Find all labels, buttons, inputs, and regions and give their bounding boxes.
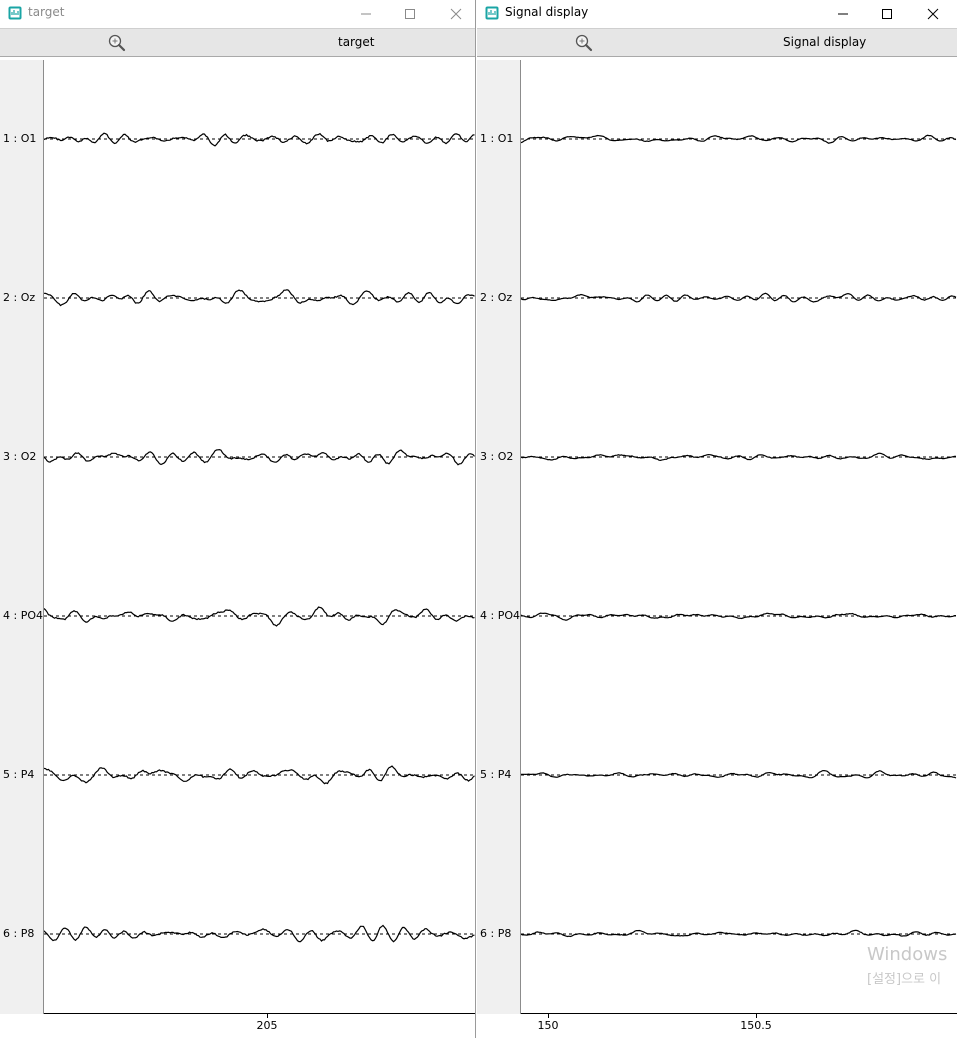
- channel-signal-trace: [44, 765, 475, 785]
- channel-signal-trace: [44, 448, 475, 466]
- close-button[interactable]: [433, 0, 475, 27]
- close-icon: [450, 8, 462, 19]
- channel-label: 2 : Oz: [3, 291, 36, 304]
- axis-tick: [267, 1014, 268, 1018]
- axis-tick-label: 150: [537, 1019, 559, 1032]
- minimize-button[interactable]: [343, 0, 389, 27]
- maximize-button[interactable]: [387, 0, 433, 27]
- axis-tick-label: 205: [256, 1019, 278, 1032]
- signal-traces: [44, 132, 475, 943]
- channel-label: 2 : Oz: [480, 291, 513, 304]
- signal-plot-area[interactable]: [44, 60, 475, 1014]
- target-window: target target 205 1 : O1 2 : Oz 3 : O2 4 : …: [0, 0, 476, 1038]
- title-bar[interactable]: Signal display: [477, 0, 957, 27]
- channel-label: 1 : O1: [480, 132, 514, 145]
- time-axis: 205: [44, 1013, 475, 1038]
- toolbar-title: target: [338, 35, 375, 49]
- channel-signal-trace: [44, 289, 475, 307]
- channel-signal-trace: [521, 769, 957, 779]
- axis-tick-label: 150.5: [740, 1019, 772, 1032]
- maximize-button[interactable]: [864, 0, 910, 27]
- maximize-icon: [882, 8, 892, 19]
- channel-label: 6 : P8: [3, 927, 35, 940]
- toolbar-title: Signal display: [783, 35, 867, 49]
- signal-display-app-icon: [485, 6, 499, 20]
- zoom-magnifier-icon[interactable]: [107, 33, 127, 53]
- channel-label: 6 : P8: [480, 927, 512, 940]
- signal-display-window: Signal display Signal display 150 150.5 W…: [477, 0, 957, 1038]
- channel-label: 3 : O2: [480, 450, 514, 463]
- window-title: Signal display: [505, 5, 589, 19]
- maximize-icon: [405, 8, 415, 19]
- minimize-icon: [361, 13, 371, 14]
- channel-signal-trace: [44, 132, 475, 147]
- channel-label: 4 : PO4: [3, 609, 43, 622]
- axis-tick: [756, 1014, 757, 1018]
- activation-watermark-line1: Windows: [867, 944, 948, 965]
- display-toolbar: Signal display: [477, 28, 957, 57]
- channel-signal-trace: [44, 924, 475, 943]
- channel-label: 4 : PO4: [480, 609, 520, 622]
- channel-signal-trace: [521, 929, 957, 938]
- close-button[interactable]: [910, 0, 956, 27]
- signal-plot-area[interactable]: [521, 60, 957, 1014]
- channel-signal-trace: [521, 134, 957, 144]
- close-icon: [927, 8, 939, 19]
- window-title: target: [28, 5, 65, 19]
- display-toolbar: target: [0, 28, 475, 57]
- channel-label: 3 : O2: [3, 450, 37, 463]
- zoom-magnifier-icon[interactable]: [574, 33, 594, 53]
- channel-signal-trace: [44, 606, 475, 627]
- title-bar[interactable]: target: [0, 0, 475, 27]
- minimize-button[interactable]: [820, 0, 866, 27]
- channel-label: 1 : O1: [3, 132, 37, 145]
- channel-label-gutter: [477, 60, 521, 1014]
- channel-signal-trace: [521, 612, 956, 621]
- minimize-icon: [838, 13, 848, 14]
- time-axis: 150 150.5: [521, 1013, 957, 1038]
- activation-watermark-line2: [설정]으로 이: [867, 972, 942, 987]
- channel-label-gutter: [0, 60, 44, 1014]
- signal-display-app-icon: [8, 6, 22, 20]
- channel-label: 5 : P4: [480, 768, 512, 781]
- axis-tick: [548, 1014, 549, 1018]
- signal-traces: [521, 134, 957, 938]
- channel-label: 5 : P4: [3, 768, 35, 781]
